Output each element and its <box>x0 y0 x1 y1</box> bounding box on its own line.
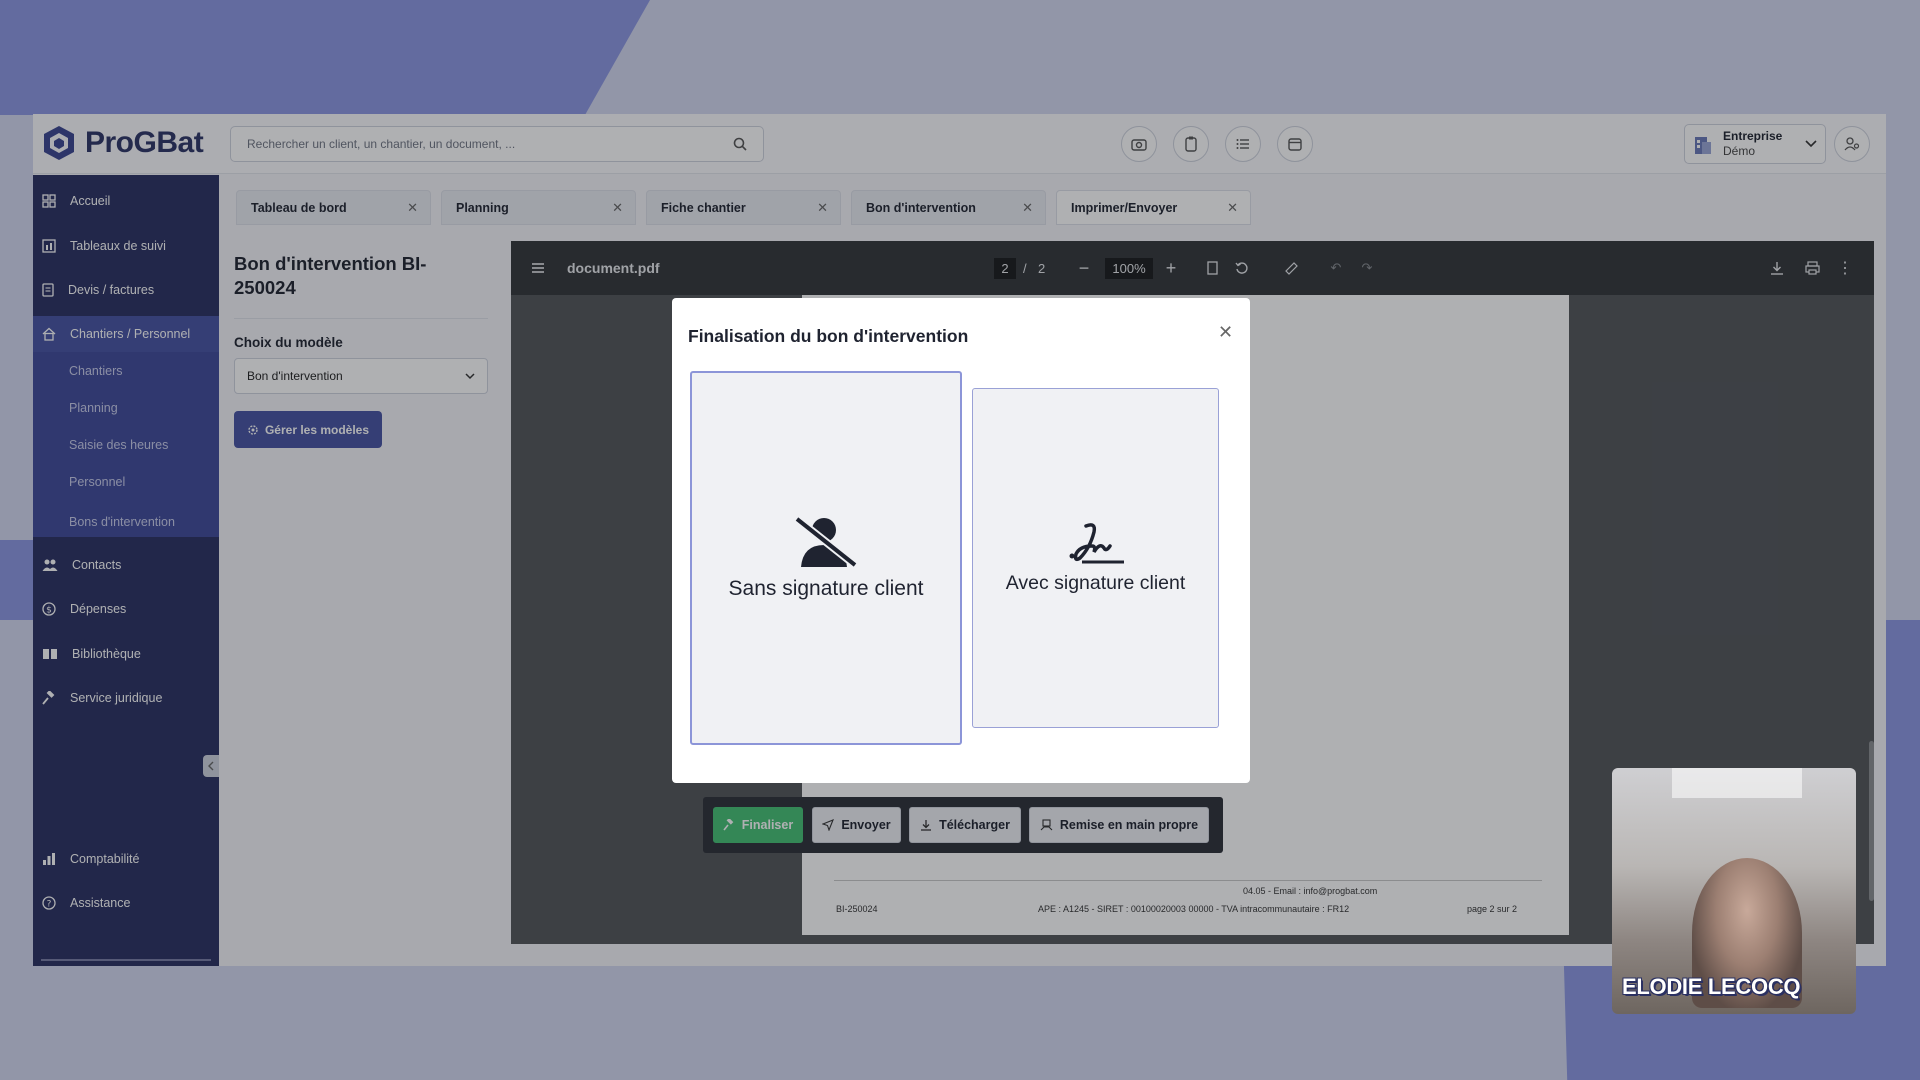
option-with-signature-label: Avec signature client <box>1005 571 1186 594</box>
presenter-name: ELODIE LECOCQ <box>1622 974 1801 999</box>
signature-icon <box>1069 522 1124 563</box>
user-slash-icon <box>794 515 858 569</box>
option-with-signature[interactable]: Avec signature client <box>972 388 1219 728</box>
webcam-feed: ELODIE LECOCQ <box>1612 768 1856 1014</box>
modal-title: Finalisation du bon d'intervention <box>688 326 969 346</box>
option-without-signature[interactable]: Sans signature client <box>690 371 962 745</box>
webcam-background <box>1672 768 1802 798</box>
option-without-signature-label: Sans signature client <box>728 577 924 600</box>
finalisation-modal: Finalisation du bon d'intervention ✕ San… <box>672 298 1250 783</box>
close-icon[interactable]: ✕ <box>1218 322 1233 343</box>
